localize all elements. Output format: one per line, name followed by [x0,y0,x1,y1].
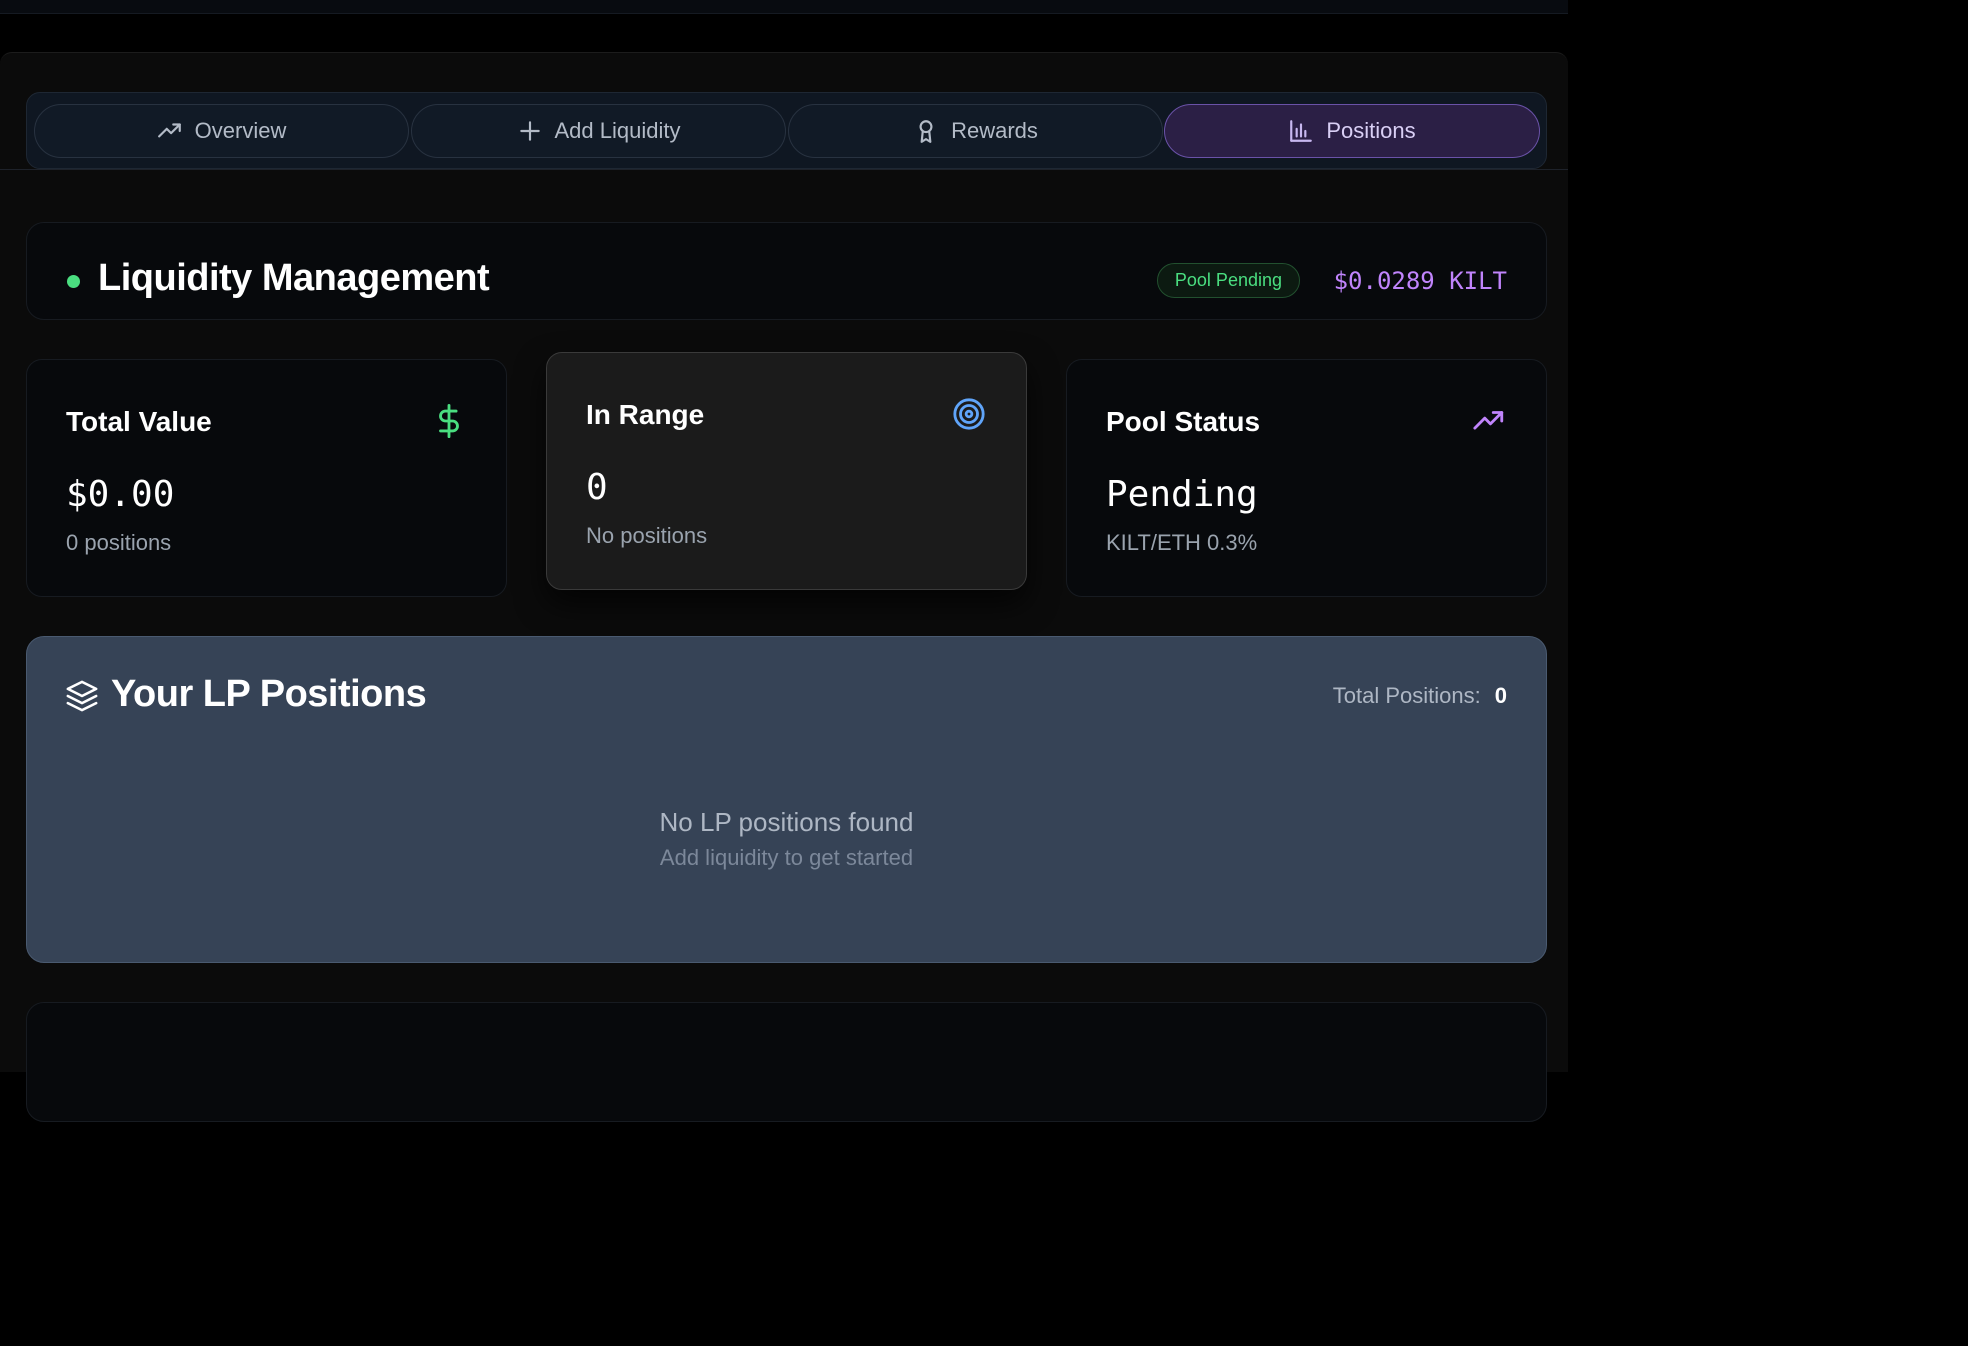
tab-overview[interactable]: Overview [34,104,409,158]
total-value-amount: $0.00 [66,474,175,515]
total-value-positions: 0 positions [66,530,172,555]
tab-rewards[interactable]: Rewards [788,104,1163,158]
bottom-card [26,1002,1547,1122]
dollar-icon [439,404,459,438]
in-range-positions: No positions [586,523,708,548]
pool-status-card: Pool Status Pending KILT/ETH 0.3% [1066,359,1547,597]
divider [0,169,1568,170]
target-icon [953,398,985,430]
pool-pair: KILT/ETH 0.3% [1106,530,1258,555]
tab-positions[interactable]: Positions [1164,104,1540,158]
tab-overview-label: Overview [194,118,287,143]
lp-positions-panel: Your LP Positions Total Positions: 0 No … [26,636,1547,963]
pool-status-badge: Pool Pending [1156,263,1300,298]
pool-status-value: Pending [1106,474,1258,515]
empty-state-title: No LP positions found [659,807,914,837]
kilt-price: $0.0289 KILT [1333,266,1507,295]
bar-chart-icon [1290,120,1313,142]
award-icon [919,120,933,143]
total-value-card: Total Value $0.00 0 positions [26,359,507,597]
liquidity-management-header: Liquidity Management Pool Pending $0.028… [26,222,1547,320]
top-bar [0,0,1568,14]
lp-positions-title: Your LP Positions [111,673,427,715]
tab-rewards-label: Rewards [951,118,1038,143]
trending-up-icon [1473,411,1504,430]
tab-bar: Overview Add Liquidity Rewards Positions [26,92,1547,169]
in-range-count: 0 [586,467,608,508]
tab-positions-label: Positions [1326,118,1416,143]
trending-up-icon [157,123,181,138]
in-range-card: In Range 0 No positions [546,352,1027,590]
page-title: Liquidity Management [98,257,490,299]
tab-add-liquidity[interactable]: Add Liquidity [411,104,786,158]
total-positions-label: Total Positions: [1332,683,1481,708]
tab-add-liquidity-label: Add Liquidity [554,118,681,143]
pool-status-title: Pool Status [1106,406,1261,437]
in-range-title: In Range [586,399,705,430]
layers-icon [66,680,98,712]
total-positions: Total Positions: 0 [1333,683,1507,709]
plus-icon [519,121,540,141]
total-value-title: Total Value [66,406,212,437]
total-positions-count: 0 [1494,683,1507,708]
status-dot-icon [67,275,80,288]
empty-state-subtitle: Add liquidity to get started [659,845,914,870]
